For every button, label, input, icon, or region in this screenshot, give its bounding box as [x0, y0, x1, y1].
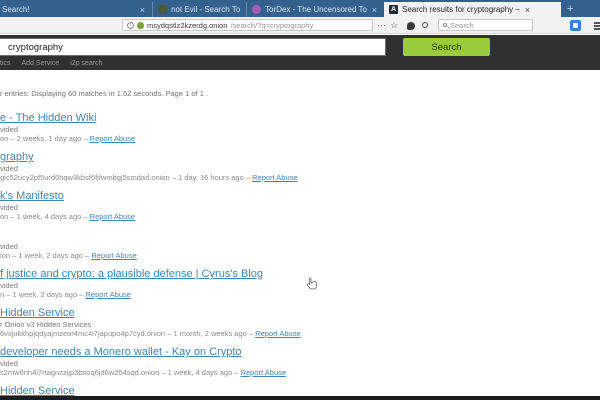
search-result: videdion – 1 week, 2 days ago – Report A…: [0, 229, 600, 260]
close-icon[interactable]: ×: [524, 5, 531, 15]
search-result: Hidden Service: [0, 385, 600, 396]
close-icon[interactable]: ×: [139, 5, 146, 15]
tab-title: Search results for cryptography –: [402, 5, 520, 14]
search-result: Hidden Servicer Onion v3 Hidden Services…: [0, 307, 600, 338]
result-onion-url: 6vxjukkhpjqdyajmzeor4mc4i7japupo4p7cyd.o…: [0, 329, 255, 338]
results-list: e - The Hidden Wikividedon – 2 weeks, 1 …: [0, 112, 600, 396]
tab-not-evil[interactable]: not Evil - Search Tor: [152, 2, 245, 17]
tab-title: TorDex - The Uncensored Tor lin: [265, 5, 367, 14]
bookmark-star-icon[interactable]: ☆: [390, 19, 398, 31]
result-title-link[interactable]: f justice and crypto: a plausible defens…: [0, 268, 263, 281]
extension-ring-icon[interactable]: [422, 22, 428, 28]
browser-window: Search! × not Evil - Search Tor TorDex -…: [0, 0, 600, 400]
tab-bar: Search! × not Evil - Search Tor TorDex -…: [0, 0, 600, 17]
result-title-link[interactable]: Hidden Service: [0, 385, 75, 396]
tab-tordex[interactable]: TorDex - The Uncensored Tor lin ×: [246, 2, 383, 17]
extension-dark-icon[interactable]: [407, 22, 415, 30]
result-onion-url: s2mw6nh4i7rtagnzzijp3bsoq6jd6w264sqd.oni…: [0, 368, 241, 377]
site-search-header: cryptography Search tics Add Service i2p…: [0, 35, 600, 70]
result-onion-url: on – 2 weeks, 1 day ago –: [0, 134, 90, 143]
result-description: vided: [0, 125, 600, 134]
results-summary: r entries: Displaying 60 matches in 1.52…: [0, 90, 600, 98]
report-abuse-link[interactable]: Report Abuse: [241, 368, 286, 377]
search-icon: [443, 23, 447, 27]
search-result: f justice and crypto: a plausible defens…: [0, 268, 600, 299]
result-meta: gic52ucy2pf5urd6hqw3kbsf6fjfwmbgj5smdad.…: [0, 173, 600, 182]
nav-link-add-service[interactable]: Add Service: [22, 60, 60, 67]
result-meta: on – 2 weeks, 1 day ago – Report Abuse: [0, 134, 600, 143]
result-title-link[interactable]: graphy: [0, 151, 34, 164]
tab-title: not Evil - Search Tor: [171, 5, 240, 14]
result-meta: 6vxjukkhpjqdyajmzeor4mc4i7japupo4p7cyd.o…: [0, 329, 600, 338]
report-abuse-link[interactable]: Report Abuse: [85, 290, 130, 299]
bottom-strip: [0, 396, 600, 400]
result-onion-url: gic52ucy2pf5urd6hqw3kbsf6fjfwmbgj5smdad.…: [0, 173, 252, 182]
result-title-link[interactable]: Hidden Service: [0, 307, 75, 320]
result-title-link[interactable]: e - The Hidden Wiki: [0, 112, 96, 125]
result-description: vided: [0, 203, 600, 212]
results-page: r entries: Displaying 60 matches in 1.52…: [0, 70, 600, 396]
search-result: e - The Hidden Wikividedon – 2 weeks, 1 …: [0, 112, 600, 143]
site-info-icon[interactable]: i: [127, 22, 134, 29]
report-abuse-link[interactable]: Report Abuse: [252, 173, 297, 182]
url-bar[interactable]: i msydqstlz2kzerdg.onion/search/?q=crypt…: [122, 19, 373, 31]
result-meta: ion – 1 week, 2 days ago – Report Abuse: [0, 251, 600, 260]
tordex-favicon: [252, 5, 261, 14]
url-domain: msydqstlz2kzerdg.onion: [147, 21, 227, 30]
site-nav: tics Add Service i2p search: [0, 60, 103, 67]
result-description: vided: [0, 281, 600, 290]
report-abuse-link[interactable]: Report Abuse: [91, 251, 136, 260]
result-description: vided: [0, 359, 600, 368]
result-description: r Onion v3 Hidden Services: [0, 320, 600, 329]
result-meta: s2mw6nh4i7rtagnzzijp3bsoq6jd6w264sqd.oni…: [0, 368, 600, 377]
search-result: k's Manifestovidedon – 1 week, 4 days ag…: [0, 190, 600, 221]
search-placeholder: Search: [450, 21, 474, 30]
search-result: graphyvidedgic52ucy2pf5urd6hqw3kbsf6fjfw…: [0, 151, 600, 182]
tab-search-results-active[interactable]: A Search results for cryptography – ×: [384, 2, 561, 17]
new-tab-button[interactable]: +: [567, 2, 573, 16]
report-abuse-link[interactable]: Report Abuse: [255, 329, 300, 338]
browser-toolbar: i msydqstlz2kzerdg.onion/search/?q=crypt…: [0, 17, 600, 34]
tab-search[interactable]: Search! ×: [0, 2, 151, 17]
close-icon[interactable]: ×: [371, 5, 378, 15]
search-result: developer needs a Monero wallet - Kay on…: [0, 346, 600, 377]
nav-link-statistics[interactable]: tics: [0, 60, 11, 67]
nav-link-i2p-search[interactable]: i2p search: [70, 60, 102, 67]
result-title-link[interactable]: k's Manifesto: [0, 190, 64, 203]
result-meta: on – 1 week, 4 days ago – Report Abuse: [0, 212, 600, 221]
result-meta: n – 1 week, 2 days ago – Report Abuse: [0, 290, 600, 299]
tab-title: Search!: [2, 5, 30, 14]
menu-icon[interactable]: [594, 22, 600, 30]
result-description: vided: [0, 242, 600, 251]
browser-search-box[interactable]: Search: [438, 19, 533, 31]
result-description: vided: [0, 164, 600, 173]
site-search-button[interactable]: Search: [403, 38, 490, 56]
site-query-input[interactable]: cryptography: [0, 38, 386, 56]
result-onion-url: n – 1 week, 2 days ago –: [0, 290, 85, 299]
result-onion-url: on – 1 week, 4 days ago –: [0, 212, 90, 221]
report-abuse-link[interactable]: Report Abuse: [90, 212, 135, 221]
report-abuse-link[interactable]: Report Abuse: [90, 134, 135, 143]
not-evil-favicon: [158, 5, 167, 14]
result-title-link[interactable]: developer needs a Monero wallet - Kay on…: [0, 346, 242, 359]
page-actions-icon[interactable]: ⋯: [377, 19, 386, 31]
extension-blue-icon[interactable]: [570, 20, 581, 31]
result-onion-url: ion – 1 week, 2 days ago –: [0, 251, 91, 260]
onion-circuit-icon[interactable]: [137, 22, 144, 29]
ahmia-favicon: A: [389, 5, 398, 14]
url-path: /search/?q=cryptography: [230, 21, 313, 30]
